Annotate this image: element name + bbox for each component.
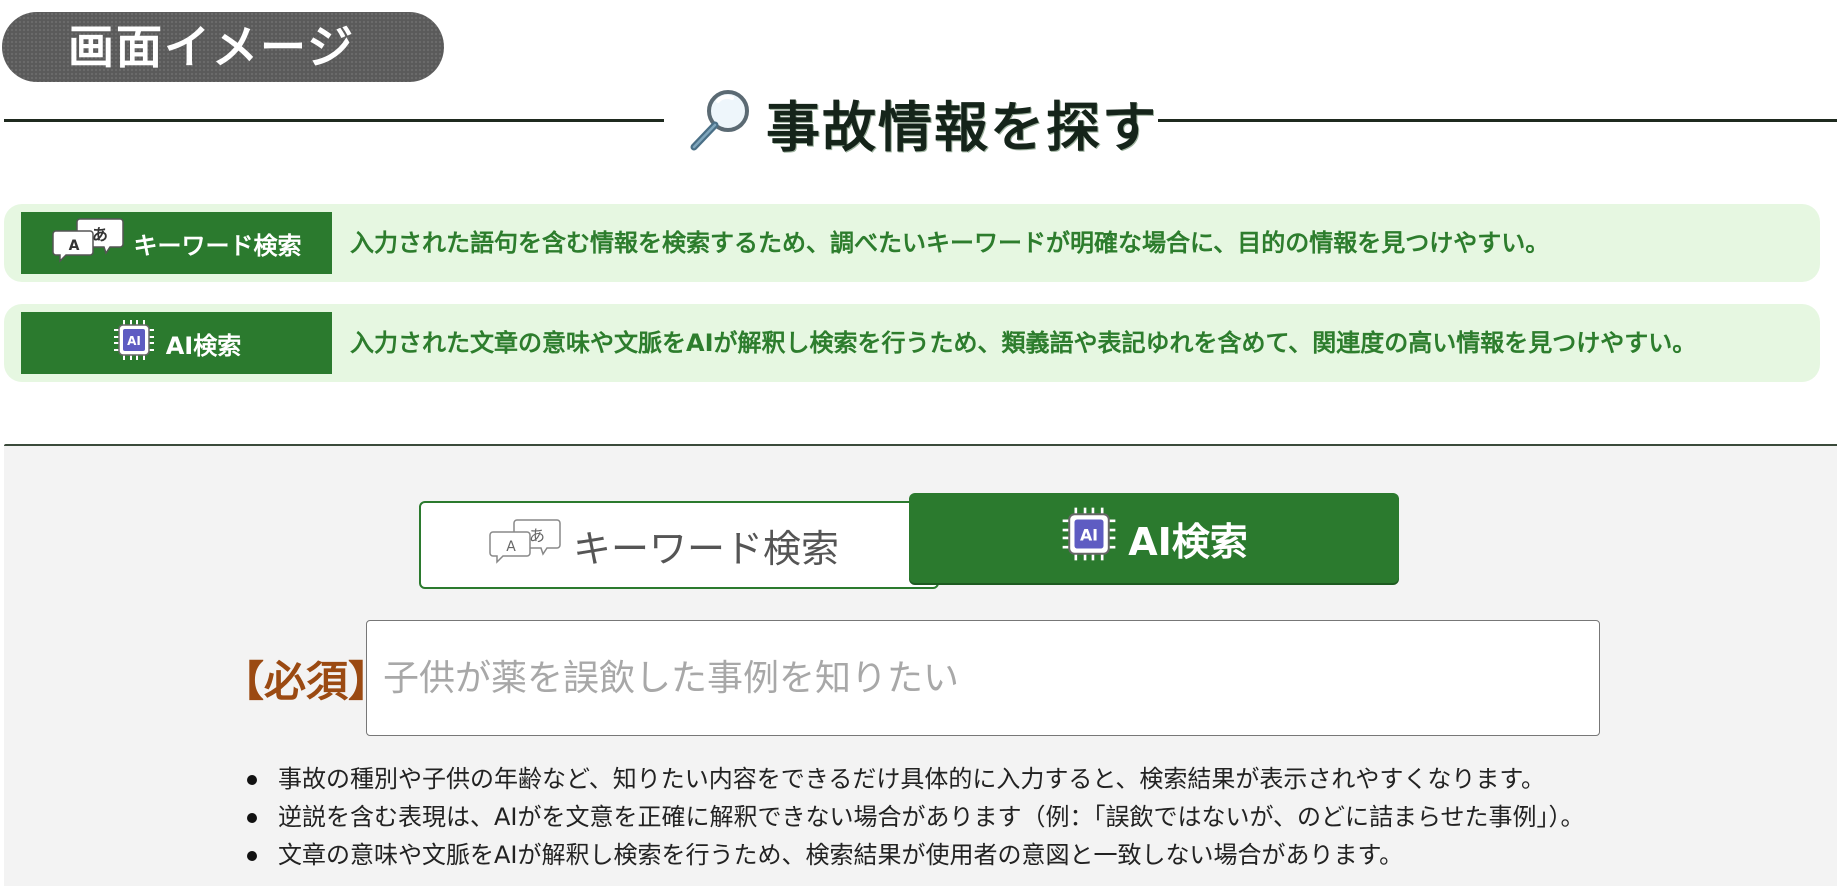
magnifier-icon (686, 85, 766, 159)
usage-notes: 事故の種別や子供の年齢など、知りたい内容をできるだけ具体的に入力すると、検索結果… (244, 760, 1585, 874)
required-label: 【必須】 (222, 657, 391, 706)
svg-text:AI: AI (127, 334, 141, 348)
speech-bubbles-a-icon: あ A (489, 518, 573, 573)
svg-text:A: A (506, 539, 516, 555)
info-label-keyword: あ A キーワード検索 (21, 212, 332, 274)
list-item: 文章の意味や文脈をAIが解釈し検索を行うため、検索結果が使用者の意図と一致しない… (244, 836, 1585, 874)
info-label-text: AI検索 (165, 331, 242, 360)
info-row-keyword: あ A キーワード検索 入力された語句を含む情報を検索するため、調べたいキーワー… (4, 204, 1820, 282)
title-divider-left (4, 119, 664, 122)
svg-text:AI: AI (1080, 525, 1098, 544)
tab-ai-search[interactable]: AI AI検索 (909, 493, 1399, 583)
title-divider-right (1158, 119, 1837, 122)
svg-text:A: A (68, 238, 79, 254)
tab-keyword-search[interactable]: あ A キーワード検索 (419, 501, 939, 589)
svg-text:あ: あ (91, 225, 107, 244)
speech-bubbles-a-icon: あ A (51, 217, 134, 269)
info-description-keyword: 入力された語句を含む情報を検索するため、調べたいキーワードが明確な場合に、目的の… (350, 229, 1550, 257)
list-item: 逆説を含む表現は、AIがを文意を正確に解釈できない場合があります（例：「誤飲では… (244, 798, 1585, 836)
list-item: 事故の種別や子供の年齢など、知りたい内容をできるだけ具体的に入力すると、検索結果… (244, 760, 1585, 798)
screen-image-badge: 画面イメージ (2, 12, 444, 82)
svg-text:あ: あ (529, 526, 545, 545)
search-query-input[interactable] (366, 620, 1600, 736)
tab-ai-label: AI検索 (1128, 519, 1248, 564)
info-label-text: キーワード検索 (133, 231, 302, 260)
ai-chip-icon: AI (112, 318, 166, 368)
page-title: 事故情報を探す (766, 95, 1158, 159)
search-mode-tabs: あ A キーワード検索 AI AI検索 (419, 493, 1402, 589)
tab-keyword-label: キーワード検索 (572, 526, 839, 571)
info-row-ai: AI AI検索 入力された文章の意味や文脈をAIが解釈し検索を行うため、類義語や… (4, 304, 1820, 382)
page-title-group: 事故情報を探す (686, 82, 1158, 162)
ai-chip-icon: AI (1060, 505, 1128, 572)
info-label-ai: AI AI検索 (21, 312, 332, 374)
info-description-ai: 入力された文章の意味や文脈をAIが解釈し検索を行うため、類義語や表記ゆれを含めて… (350, 329, 1697, 357)
